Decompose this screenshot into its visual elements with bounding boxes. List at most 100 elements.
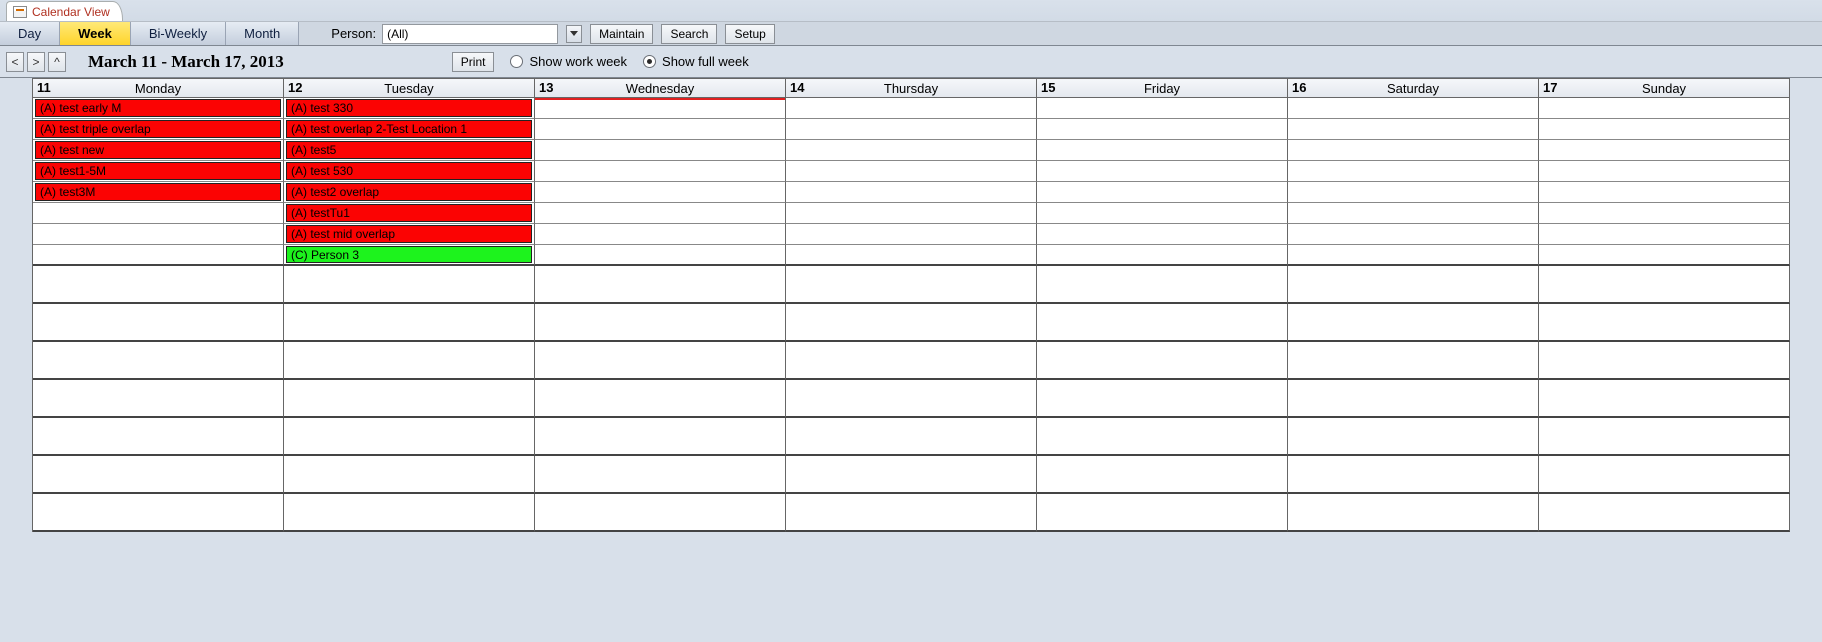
prev-button[interactable]: < — [6, 52, 24, 72]
day-header[interactable]: 11Monday — [32, 79, 284, 97]
calendar-cell[interactable] — [535, 494, 786, 532]
calendar-cell[interactable] — [535, 304, 786, 342]
calendar-cell[interactable] — [535, 182, 786, 203]
calendar-cell[interactable] — [535, 266, 786, 304]
calendar-cell[interactable] — [1288, 418, 1539, 456]
calendar-cell[interactable]: (A) test mid overlap — [284, 224, 535, 245]
calendar-cell[interactable] — [535, 140, 786, 161]
calendar-cell[interactable]: (A) test2 overlap — [284, 182, 535, 203]
calendar-cell[interactable] — [535, 119, 786, 140]
calendar-cell[interactable] — [33, 494, 284, 532]
calendar-cell[interactable] — [1037, 182, 1288, 203]
calendar-cell[interactable] — [284, 494, 535, 532]
radio-work-week[interactable]: Show work week — [510, 54, 627, 69]
calendar-cell[interactable] — [786, 342, 1037, 380]
calendar-cell[interactable] — [786, 182, 1037, 203]
next-button[interactable]: > — [27, 52, 45, 72]
calendar-cell[interactable] — [1037, 203, 1288, 224]
appointment[interactable]: (C) Person 3 — [286, 246, 532, 263]
calendar-cell[interactable] — [33, 245, 284, 266]
calendar-cell[interactable] — [1288, 304, 1539, 342]
calendar-cell[interactable]: (A) test 330 — [284, 98, 535, 119]
calendar-cell[interactable] — [1037, 245, 1288, 266]
appointment[interactable]: (A) test3M — [35, 183, 281, 201]
appointment[interactable]: (A) test 330 — [286, 99, 532, 117]
calendar-cell[interactable] — [786, 245, 1037, 266]
calendar-cell[interactable] — [284, 380, 535, 418]
calendar-cell[interactable] — [535, 245, 786, 266]
calendar-cell[interactable] — [1539, 161, 1790, 182]
calendar-cell[interactable] — [1037, 380, 1288, 418]
calendar-cell[interactable] — [786, 161, 1037, 182]
appointment[interactable]: (A) test2 overlap — [286, 183, 532, 201]
calendar-cell[interactable] — [786, 380, 1037, 418]
calendar-cell[interactable] — [1288, 342, 1539, 380]
appointment[interactable]: (A) test new — [35, 141, 281, 159]
appointment[interactable]: (A) test1-5M — [35, 162, 281, 180]
calendar-cell[interactable] — [284, 418, 535, 456]
calendar-cell[interactable]: (A) test early M — [33, 98, 284, 119]
day-header[interactable]: 15Friday — [1037, 79, 1288, 97]
calendar-cell[interactable] — [33, 342, 284, 380]
calendar-cell[interactable] — [535, 98, 786, 119]
calendar-cell[interactable] — [1288, 380, 1539, 418]
calendar-cell[interactable] — [1037, 494, 1288, 532]
calendar-cell[interactable] — [786, 494, 1037, 532]
calendar-cell[interactable] — [535, 342, 786, 380]
calendar-cell[interactable] — [535, 203, 786, 224]
calendar-cell[interactable] — [786, 140, 1037, 161]
calendar-cell[interactable] — [786, 418, 1037, 456]
calendar-cell[interactable] — [535, 380, 786, 418]
radio-full-week[interactable]: Show full week — [643, 54, 749, 69]
calendar-cell[interactable] — [786, 304, 1037, 342]
calendar-cell[interactable] — [1288, 456, 1539, 494]
search-button[interactable]: Search — [661, 24, 717, 44]
day-header[interactable]: 12Tuesday — [284, 79, 535, 97]
maintain-button[interactable]: Maintain — [590, 24, 653, 44]
calendar-cell[interactable] — [786, 98, 1037, 119]
person-combo[interactable]: (All) — [382, 24, 558, 44]
calendar-cell[interactable] — [284, 342, 535, 380]
appointment[interactable]: (A) test5 — [286, 141, 532, 159]
calendar-cell[interactable] — [1037, 304, 1288, 342]
calendar-cell[interactable]: (A) test 530 — [284, 161, 535, 182]
calendar-cell[interactable] — [1539, 98, 1790, 119]
calendar-cell[interactable] — [1037, 140, 1288, 161]
calendar-cell[interactable]: (A) testTu1 — [284, 203, 535, 224]
calendar-cell[interactable] — [1288, 494, 1539, 532]
calendar-cell[interactable] — [535, 224, 786, 245]
calendar-cell[interactable] — [1539, 119, 1790, 140]
calendar-cell[interactable] — [535, 456, 786, 494]
calendar-cell[interactable] — [1288, 182, 1539, 203]
calendar-cell[interactable] — [1037, 456, 1288, 494]
calendar-cell[interactable] — [1288, 266, 1539, 304]
calendar-cell[interactable] — [1288, 203, 1539, 224]
calendar-cell[interactable]: (A) test3M — [33, 182, 284, 203]
day-header[interactable]: 13Wednesday — [535, 79, 786, 97]
appointment[interactable]: (A) test 530 — [286, 162, 532, 180]
calendar-cell[interactable] — [786, 119, 1037, 140]
appointment[interactable]: (A) testTu1 — [286, 204, 532, 222]
day-header[interactable]: 17Sunday — [1539, 79, 1790, 97]
calendar-cell[interactable] — [1539, 342, 1790, 380]
view-tab-day[interactable]: Day — [0, 22, 60, 45]
calendar-cell[interactable] — [535, 418, 786, 456]
calendar-cell[interactable] — [1037, 342, 1288, 380]
calendar-cell[interactable] — [284, 304, 535, 342]
calendar-cell[interactable] — [1539, 182, 1790, 203]
calendar-cell[interactable] — [33, 203, 284, 224]
calendar-cell[interactable] — [1539, 494, 1790, 532]
calendar-cell[interactable] — [33, 266, 284, 304]
calendar-cell[interactable] — [1288, 140, 1539, 161]
calendar-cell[interactable] — [33, 380, 284, 418]
calendar-cell[interactable] — [1037, 161, 1288, 182]
calendar-cell[interactable] — [786, 224, 1037, 245]
calendar-cell[interactable] — [33, 224, 284, 245]
calendar-cell[interactable]: (A) test1-5M — [33, 161, 284, 182]
view-tab-biweekly[interactable]: Bi-Weekly — [131, 22, 226, 45]
calendar-cell[interactable]: (A) test5 — [284, 140, 535, 161]
calendar-cell[interactable] — [1288, 161, 1539, 182]
calendar-cell[interactable] — [1539, 266, 1790, 304]
view-tab-month[interactable]: Month — [226, 22, 299, 45]
calendar-cell[interactable] — [1037, 224, 1288, 245]
